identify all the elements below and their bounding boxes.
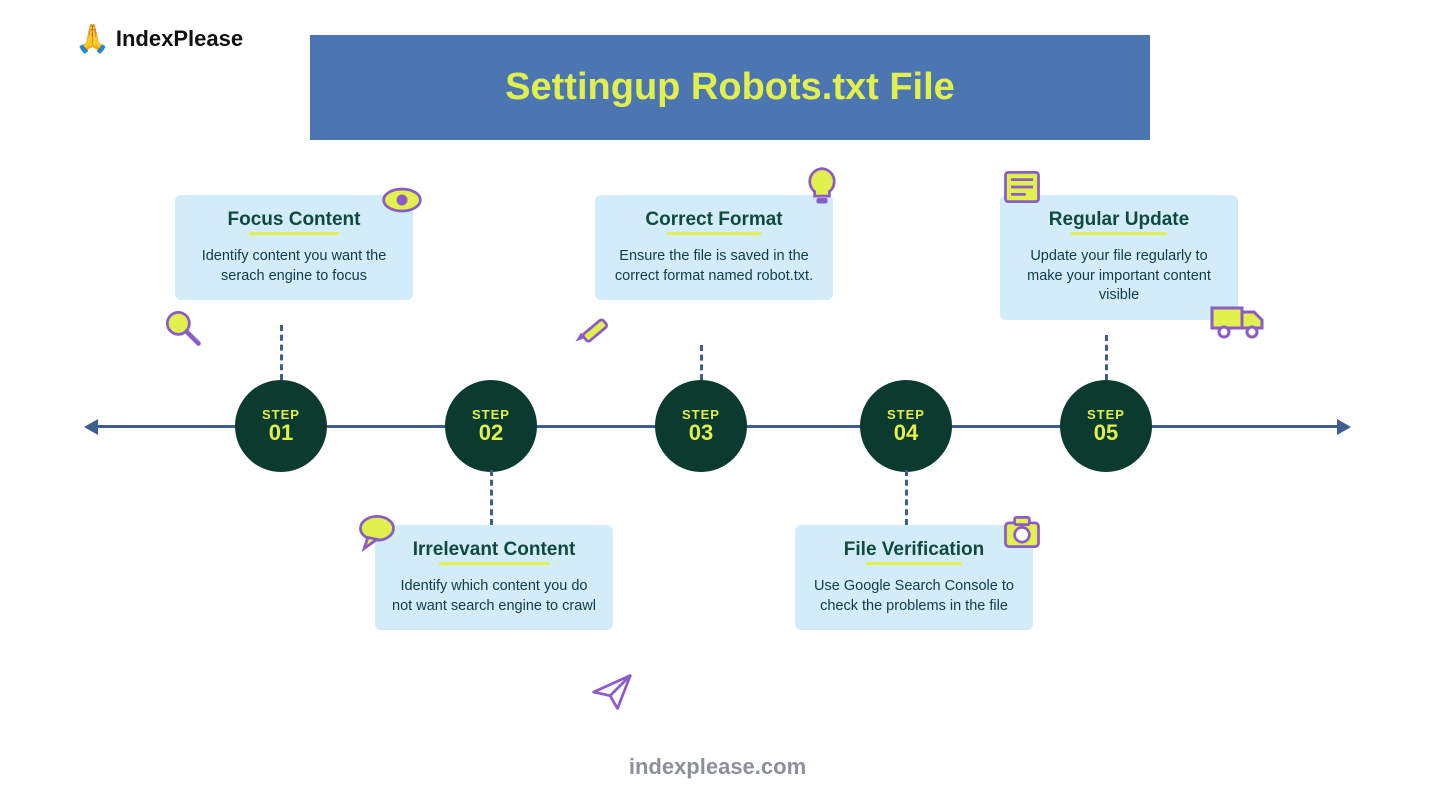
step-number: 05 [1094,420,1118,446]
connector [905,470,908,525]
step-desc: Use Google Search Console to check the p… [809,577,1019,616]
step-desc: Identify which content you do not want s… [389,577,599,616]
step-desc: Ensure the file is saved in the correct … [609,247,819,286]
step-number: 04 [894,420,918,446]
brand-name: IndexPlease [116,26,243,52]
pencil-icon [570,305,614,349]
magnifier-icon [160,305,204,349]
step-card-2: Irrelevant Content Identify which conten… [375,525,613,630]
brand-logo: 🙏 IndexPlease [75,25,243,53]
page-title: Settingup Robots.txt File [505,66,955,109]
step-node-2: STEP 02 [445,380,537,472]
camera-icon [1000,510,1044,554]
step-number: 02 [479,420,503,446]
step-title: Focus Content [228,209,361,231]
paperplane-icon [590,670,634,714]
step-card-3: Correct Format Ensure the file is saved … [595,195,833,300]
step-card-4: File Verification Use Google Search Cons… [795,525,1033,630]
step-title: Regular Update [1049,209,1189,231]
step-card-1: Focus Content Identify content you want … [175,195,413,300]
eye-icon [380,178,424,222]
pray-icon: 🙏 [75,25,110,53]
step-title: Irrelevant Content [413,539,576,561]
step-title: Correct Format [645,209,782,231]
speech-icon [355,510,399,554]
connector [700,345,703,380]
step-number: 01 [269,420,293,446]
step-node-5: STEP 05 [1060,380,1152,472]
footer-url: indexplease.com [0,754,1435,780]
bulb-icon [800,165,844,209]
step-card-5: Regular Update Update your file regularl… [1000,195,1238,320]
step-node-4: STEP 04 [860,380,952,472]
truck-icon [1210,300,1266,344]
step-title: File Verification [844,539,984,561]
step-node-1: STEP 01 [235,380,327,472]
step-desc: Update your file regularly to make your … [1014,247,1224,306]
connector [280,325,283,380]
connector [490,470,493,525]
connector [1105,335,1108,380]
step-node-3: STEP 03 [655,380,747,472]
news-icon [1000,165,1044,209]
step-desc: Identify content you want the serach eng… [189,247,399,286]
title-banner: Settingup Robots.txt File [310,35,1150,140]
step-number: 03 [689,420,713,446]
